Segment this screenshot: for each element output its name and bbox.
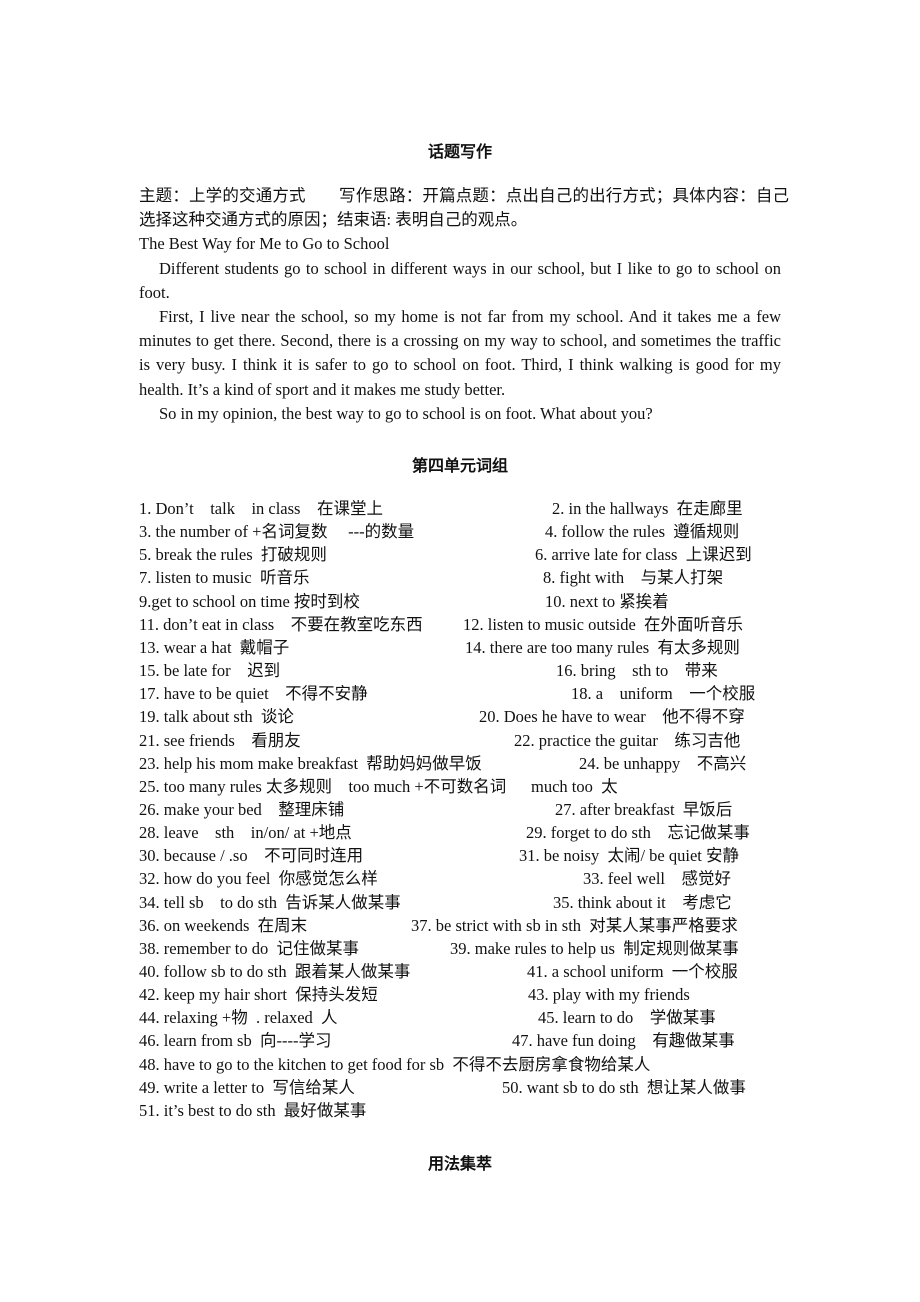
- phrase-left: 46. learn from sb 向----学习: [139, 1031, 332, 1051]
- phrase-right: 24. be unhappy 不高兴: [579, 753, 747, 773]
- phrase-left: 3. the number of +名词复数 ---的数量: [139, 522, 415, 542]
- document-page: 话题写作 主题：上学的交通方式 写作思路：开篇点题：点出自己的出行方式；具体内容…: [0, 0, 920, 1302]
- phrase-row: 40. follow sb to do sth 跟着某人做某事 41. a sch…: [0, 962, 920, 985]
- phrase-row: 44. relaxing +物 . relaxed 人 45. learn to …: [0, 1008, 920, 1031]
- phrase-left: 28. leave sth in/on/ at +地点: [139, 823, 352, 843]
- phrase-right: 35. think about it 考虑它: [553, 892, 732, 912]
- phrase-left: 26. make your bed 整理床铺: [139, 799, 345, 819]
- phrase-row: 51. it’s best to do sth 最好做某事: [0, 1101, 920, 1124]
- phrase-right: 2. in the hallways 在走廊里: [552, 499, 743, 518]
- essay-paragraph-1: Different students go to school in diffe…: [139, 257, 781, 305]
- phrase-row: 5. break the rules 打破规则 6. arrive late fo…: [0, 545, 920, 568]
- phrase-right: 31. be noisy 太闹/ be quiet 安静: [519, 846, 739, 866]
- phrase-right: 8. fight with 与某人打架: [543, 568, 724, 588]
- paragraph-text: So in my opinion, the best way to go to …: [159, 404, 653, 423]
- phrase-row: 26. make your bed 整理床铺 27. after breakfas…: [0, 800, 920, 823]
- phrase-left: 49. write a letter to 写信给某人: [139, 1077, 355, 1097]
- phrase-left: 25. too many rules 太多规则 too much +不可数名词 …: [139, 776, 618, 796]
- phrase-right: 33. feel well 感觉好: [583, 869, 732, 889]
- phrase-row: 32. how do you feel 你感觉怎么样 33. feel well …: [0, 869, 920, 892]
- phrase-right: 12. listen to music outside 在外面听音乐: [463, 614, 744, 634]
- phrase-left: 5. break the rules 打破规则: [139, 545, 327, 565]
- phrase-right: 39. make rules to help us 制定规则做某事: [450, 938, 739, 958]
- section-title-phrases: 第四单元词组: [411, 456, 508, 475]
- phrase-left: 15. be late for 迟到: [139, 661, 281, 681]
- phrase-right: 4. follow the rules 遵循规则: [545, 522, 740, 542]
- phrase-left: 19. talk about sth 谈论: [139, 707, 294, 727]
- phrase-row: 7. listen to music 听音乐 8. fight with 与某人打…: [0, 568, 920, 591]
- phrase-row: 25. too many rules 太多规则 too much +不可数名词 …: [0, 777, 920, 800]
- phrase-right: 27. after breakfast 早饭后: [555, 799, 733, 819]
- phrase-row: 49. write a letter to 写信给某人 50. want sb t…: [0, 1078, 920, 1101]
- phrase-left: 30. because / .so 不可同时连用: [139, 846, 364, 866]
- essay-paragraph-3: So in my opinion, the best way to go to …: [139, 402, 781, 426]
- phrase-left: 13. wear a hat 戴帽子: [139, 637, 290, 657]
- phrase-row: 46. learn from sb 向----学习 47. have fun do…: [0, 1031, 920, 1054]
- phrase-row: 23. help his mom make breakfast 帮助妈妈做早饭 2…: [0, 754, 920, 777]
- phrase-left: 21. see friends 看朋友: [139, 730, 301, 750]
- phrase-row: 38. remember to do 记住做某事 39. make rules t…: [0, 939, 920, 962]
- writing-guidelines: 主题：上学的交通方式 写作思路：开篇点题：点出自己的出行方式；具体内容：自己选择…: [139, 186, 789, 229]
- essay-paragraph-2: First, I live near the school, so my hom…: [139, 305, 781, 402]
- phrase-right: 16. bring sth to 带来: [556, 661, 718, 681]
- phrase-left: 51. it’s best to do sth 最好做某事: [139, 1100, 367, 1120]
- phrase-left: 42. keep my hair short 保持头发短: [139, 985, 378, 1005]
- phrase-row: 42. keep my hair short 保持头发短 43. play wit…: [0, 985, 920, 1008]
- phrase-right: 29. forget to do sth 忘记做某事: [526, 823, 750, 843]
- phrase-left: 7. listen to music 听音乐: [139, 568, 310, 588]
- section-title-writing: 话题写作: [427, 142, 492, 161]
- phrase-row: 36. on weekends 在周末 37. be strict with sb…: [0, 916, 920, 939]
- phrase-row: 1. Don’t talk in class 在课堂上 2. in the hal…: [0, 499, 920, 522]
- phrase-row: 3. the number of +名词复数 ---的数量 4. follow t…: [0, 522, 920, 545]
- phrase-right: 10. next to 紧挨着: [545, 591, 669, 611]
- phrase-right: 45. learn to do 学做某事: [538, 1008, 716, 1028]
- phrase-left: 38. remember to do 记住做某事: [139, 938, 359, 958]
- phrase-right: 43. play with my friends: [528, 985, 690, 1005]
- phrase-row: 13. wear a hat 戴帽子 14. there are too many…: [0, 638, 920, 661]
- paragraph-text: First, I live near the school, so my hom…: [139, 307, 781, 399]
- phrase-left: 40. follow sb to do sth 跟着某人做某事: [139, 962, 411, 981]
- phrase-row: 21. see friends 看朋友 22. practice the guit…: [0, 731, 920, 754]
- phrase-row: 34. tell sb to do sth 告诉某人做某事 35. think a…: [0, 893, 920, 916]
- phrase-right: 6. arrive late for class 上课迟到: [535, 545, 752, 565]
- phrase-left: 11. don’t eat in class 不要在教室吃东西: [139, 614, 423, 634]
- phrase-left: 36. on weekends 在周末: [139, 915, 308, 935]
- essay-title: The Best Way for Me to Go to School: [139, 234, 390, 253]
- phrase-right: 14. there are too many rules 有太多规则: [465, 637, 740, 657]
- phrase-row: 48. have to go to the kitchen to get foo…: [0, 1055, 920, 1078]
- phrase-row: 17. have to be quiet 不得不安静 18. a uniform …: [0, 684, 920, 707]
- phrase-row: 30. because / .so 不可同时连用 31. be noisy 太闹/…: [0, 846, 920, 869]
- phrase-row: 11. don’t eat in class 不要在教室吃东西 12. liste…: [0, 615, 920, 638]
- phrase-left: 17. have to be quiet 不得不安静: [139, 684, 368, 704]
- paragraph-text: Different students go to school in diffe…: [139, 259, 781, 303]
- phrase-right: 37. be strict with sb in sth 对某人某事严格要求: [411, 915, 738, 935]
- section-title-usage: 用法集萃: [427, 1154, 492, 1173]
- phrase-row: 15. be late for 迟到 16. bring sth to 带来: [0, 661, 920, 684]
- phrase-row: 28. leave sth in/on/ at +地点 29. forget to…: [0, 823, 920, 846]
- phrase-left: 32. how do you feel 你感觉怎么样: [139, 869, 378, 889]
- phrase-left: 34. tell sb to do sth 告诉某人做某事: [139, 892, 401, 912]
- phrase-right: 18. a uniform 一个校服: [571, 684, 756, 704]
- phrase-left: 1. Don’t talk in class 在课堂上: [139, 499, 383, 518]
- phrase-row: 9.get to school on time 按时到校 10. next to …: [0, 592, 920, 615]
- phrase-left: 48. have to go to the kitchen to get foo…: [139, 1054, 651, 1074]
- phrase-right: 47. have fun doing 有趣做某事: [512, 1031, 735, 1051]
- phrase-right: 41. a school uniform 一个校服: [527, 962, 738, 981]
- phrase-right: 20. Does he have to wear 他不得不穿: [479, 707, 745, 727]
- phrase-left: 44. relaxing +物 . relaxed 人: [139, 1008, 338, 1028]
- phrase-right: 22. practice the guitar 练习吉他: [514, 730, 741, 750]
- phrase-row: 19. talk about sth 谈论 20. Does he have to…: [0, 707, 920, 730]
- phrase-right: 50. want sb to do sth 想让某人做事: [502, 1077, 746, 1097]
- phrase-left: 9.get to school on time 按时到校: [139, 591, 360, 611]
- phrase-left: 23. help his mom make breakfast 帮助妈妈做早饭: [139, 753, 482, 773]
